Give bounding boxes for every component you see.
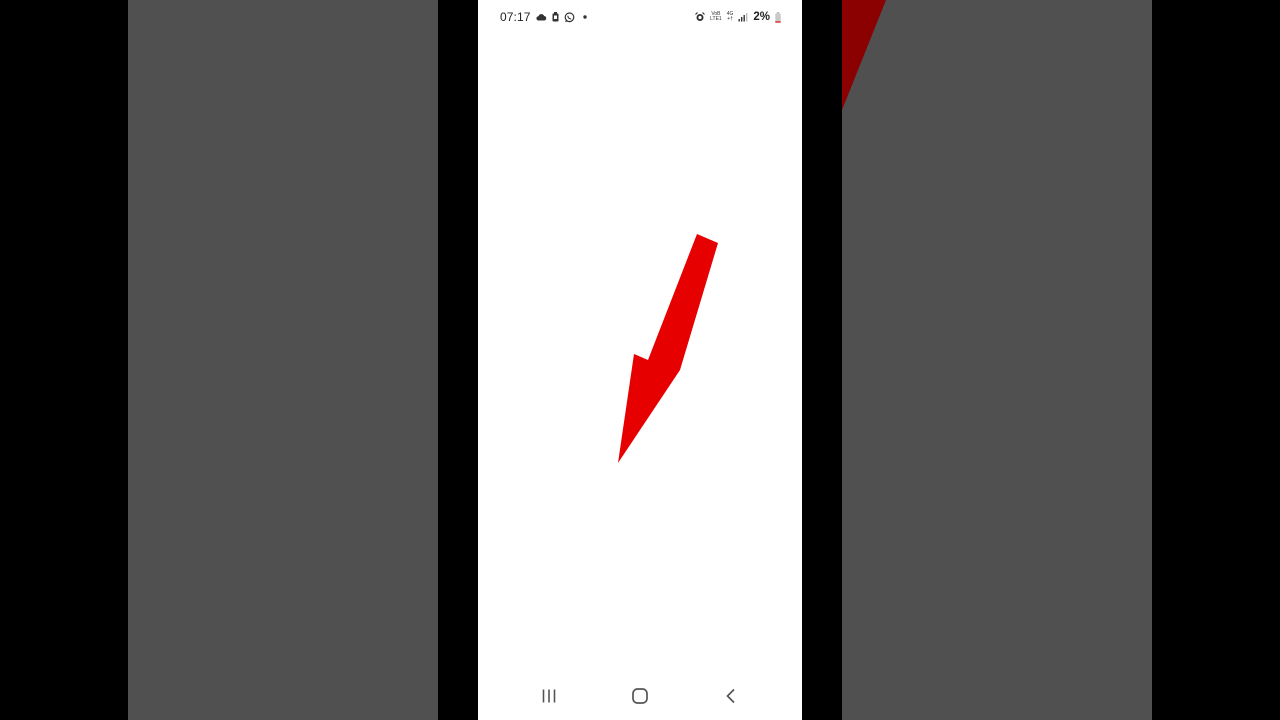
red-arrow-down-left-icon [618,234,718,463]
background-right-panel [842,0,1152,720]
background-left-panel [128,0,438,720]
phone-screen: 07:17 VoB LTE1 4G +† 2% [478,0,802,720]
home-button[interactable] [618,674,662,718]
red-arrow-edge-decoration [842,0,886,110]
back-button[interactable] [709,674,753,718]
recent-apps-button[interactable] [527,674,571,718]
back-icon [725,688,735,704]
arrow-layer [478,0,802,720]
recent-apps-icon [543,689,556,703]
navigation-bar [478,672,802,720]
home-icon [632,688,648,704]
